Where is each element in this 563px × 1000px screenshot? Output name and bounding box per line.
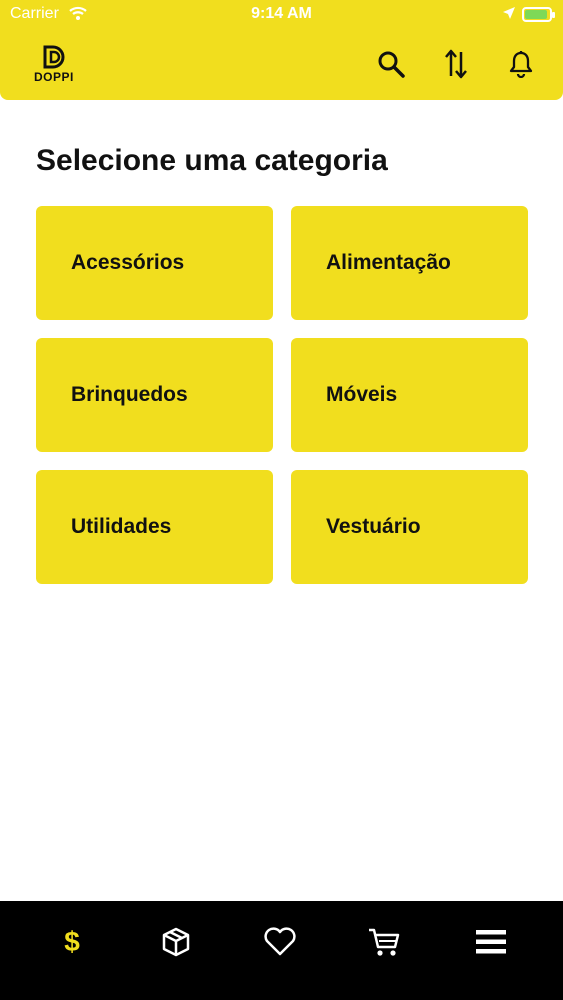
category-tile-utilidades[interactable]: Utilidades <box>36 470 273 584</box>
page-title-regular: Selecione uma <box>36 144 255 177</box>
heart-icon[interactable] <box>260 923 300 961</box>
bottom-tab-bar: $ <box>0 901 563 1000</box>
search-icon[interactable] <box>375 48 407 80</box>
page-title-bold: categoria <box>254 144 388 177</box>
menu-icon[interactable] <box>471 923 511 961</box>
category-tile-vestuario[interactable]: Vestuário <box>291 470 528 584</box>
doppi-logo: DOPPI <box>34 45 80 85</box>
battery-icon <box>522 7 555 22</box>
category-tile-alimentacao[interactable]: Alimentação <box>291 206 528 320</box>
status-bar: Carrier 9:14 AM <box>0 0 563 30</box>
app-header: Carrier 9:14 AM DOPPI <box>0 0 563 100</box>
sort-icon[interactable] <box>440 48 472 80</box>
status-time: 9:14 AM <box>251 5 312 22</box>
category-tile-acessorios[interactable]: Acessórios <box>36 206 273 320</box>
category-tile-brinquedos[interactable]: Brinquedos <box>36 338 273 452</box>
bell-icon[interactable] <box>505 48 537 80</box>
logo-text: DOPPI <box>34 70 74 84</box>
dollar-icon[interactable]: $ <box>52 923 92 961</box>
category-tile-moveis[interactable]: Móveis <box>291 338 528 452</box>
page-title: Selecione uma categoria <box>36 144 388 178</box>
box-icon[interactable] <box>156 923 196 961</box>
location-arrow-icon <box>502 6 516 25</box>
cart-icon[interactable] <box>364 923 404 961</box>
